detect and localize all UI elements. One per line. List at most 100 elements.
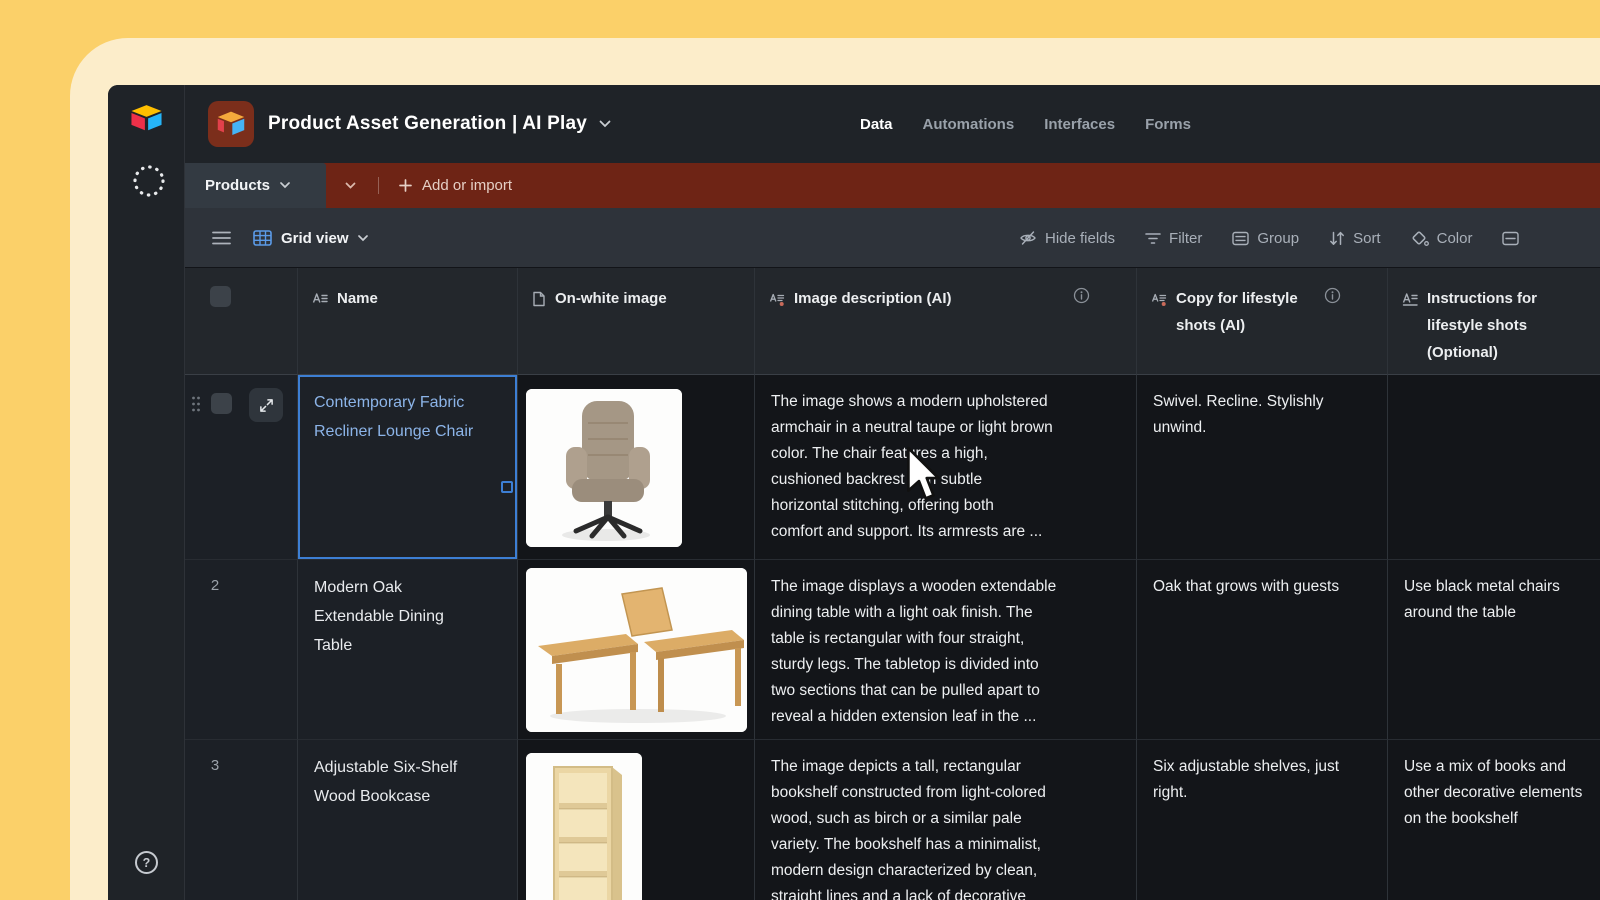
table-tab-label: Products xyxy=(205,177,270,194)
cell-description-row1[interactable]: The image shows a modern upholstered arm… xyxy=(755,375,1137,560)
cell-image-row3[interactable] xyxy=(518,740,755,900)
chevron-down-icon xyxy=(345,182,356,190)
view-switcher[interactable]: Grid view xyxy=(253,230,368,247)
group-label: Group xyxy=(1257,230,1299,247)
cell-instructions-row3[interactable]: Use a mix of books and other decorative … xyxy=(1388,740,1600,900)
expand-record-button[interactable] xyxy=(249,388,283,422)
description-text: The image displays a wooden extendable d… xyxy=(771,574,1120,730)
copy-text: Swivel. Recline. Stylishly unwind. xyxy=(1153,389,1371,441)
page-background: ? Product Asset Generation | AI Play xyxy=(0,0,1600,900)
color-label: Color xyxy=(1437,230,1473,247)
chevron-down-icon xyxy=(358,235,368,242)
airtable-logo-icon[interactable] xyxy=(129,104,164,133)
info-icon[interactable] xyxy=(1324,287,1341,304)
column-label: Copy for lifestyle shots (AI) xyxy=(1176,285,1298,339)
group-icon xyxy=(1232,231,1249,246)
select-all-checkbox[interactable] xyxy=(210,286,231,307)
product-image-bookcase[interactable] xyxy=(526,753,642,900)
hide-fields-button[interactable]: Hide fields xyxy=(1019,230,1115,247)
title-bar: Product Asset Generation | AI Play Data … xyxy=(185,85,1600,163)
long-text-icon xyxy=(1402,291,1418,307)
cell-name-row2[interactable]: Modern Oak Extendable Dining Table xyxy=(298,560,518,740)
row-number: 2 xyxy=(185,577,245,594)
ai-text-icon xyxy=(769,291,785,307)
cell-description-row2[interactable]: The image displays a wooden extendable d… xyxy=(755,560,1137,740)
ai-text-icon xyxy=(1151,291,1167,307)
view-name-label: Grid view xyxy=(281,230,349,247)
column-header-image-description[interactable]: Image description (AI) xyxy=(755,268,1137,375)
sort-label: Sort xyxy=(1353,230,1381,247)
row-checkbox[interactable] xyxy=(211,393,232,414)
filter-button[interactable]: Filter xyxy=(1145,230,1202,247)
column-header-copy-lifestyle[interactable]: Copy for lifestyle shots (AI) xyxy=(1137,268,1388,375)
page-title: Product Asset Generation | AI Play xyxy=(268,113,587,135)
cell-name-row3[interactable]: Adjustable Six-Shelf Wood Bookcase xyxy=(298,740,518,900)
table-tab-products[interactable]: Products xyxy=(185,163,326,208)
fill-handle[interactable] xyxy=(501,481,513,493)
grid-view-icon xyxy=(253,230,272,246)
description-text: The image depicts a tall, rectangular bo… xyxy=(771,754,1120,900)
column-label: On-white image xyxy=(555,285,667,312)
instructions-text: Use black metal chairs around the table xyxy=(1404,574,1600,626)
data-grid: Name On-white image Image description (A… xyxy=(185,268,1600,900)
base-title[interactable]: Product Asset Generation | AI Play xyxy=(268,85,611,163)
record-name: Adjustable Six-Shelf Wood Bookcase xyxy=(314,759,457,805)
copy-text: Oak that grows with guests xyxy=(1153,574,1371,600)
plus-icon xyxy=(399,179,412,192)
column-header-on-white-image[interactable]: On-white image xyxy=(518,268,755,375)
row-gutter xyxy=(185,375,298,560)
chevron-down-icon[interactable] xyxy=(280,182,290,189)
row-number: 3 xyxy=(185,757,245,774)
record-name: Contemporary Fabric Recliner Lounge Chai… xyxy=(314,394,473,440)
drag-handle-icon[interactable] xyxy=(190,395,202,413)
chevron-down-icon xyxy=(599,120,611,128)
divider xyxy=(378,177,379,194)
filter-icon xyxy=(1145,232,1161,245)
column-header-instructions[interactable]: Instructions for lifestyle shots (Option… xyxy=(1388,268,1600,375)
view-toolbar: Grid view Hide fields xyxy=(185,208,1600,268)
hamburger-icon[interactable] xyxy=(212,231,231,245)
hide-fields-label: Hide fields xyxy=(1045,230,1115,247)
column-label: Image description (AI) xyxy=(794,285,952,312)
help-icon[interactable]: ? xyxy=(134,850,159,875)
cell-copy-row3[interactable]: Six adjustable shelves, just right. xyxy=(1137,740,1388,900)
color-icon xyxy=(1411,230,1429,246)
sort-icon xyxy=(1329,231,1345,246)
column-label: Name xyxy=(337,285,378,312)
color-button[interactable]: Color xyxy=(1411,230,1473,247)
cell-copy-row2[interactable]: Oak that grows with guests xyxy=(1137,560,1388,740)
info-icon[interactable] xyxy=(1073,287,1090,304)
row-gutter[interactable]: 3 xyxy=(185,740,298,900)
single-line-text-icon xyxy=(312,291,328,307)
add-or-import-label: Add or import xyxy=(422,177,512,194)
nav-tab-forms[interactable]: Forms xyxy=(1145,116,1191,133)
cell-copy-row1[interactable]: Swivel. Recline. Stylishly unwind. xyxy=(1137,375,1388,560)
row-height-button[interactable] xyxy=(1502,231,1519,246)
cell-image-row2[interactable] xyxy=(518,560,755,740)
product-image-recliner-chair[interactable] xyxy=(526,389,682,547)
filter-label: Filter xyxy=(1169,230,1202,247)
base-cube-icon[interactable] xyxy=(208,101,254,147)
instructions-text: Use a mix of books and other decorative … xyxy=(1404,754,1600,832)
column-header-name[interactable]: Name xyxy=(298,268,518,375)
product-image-dining-table[interactable] xyxy=(526,568,747,732)
row-gutter[interactable]: 2 xyxy=(185,560,298,740)
nav-tab-interfaces[interactable]: Interfaces xyxy=(1044,116,1115,133)
record-name: Modern Oak Extendable Dining Table xyxy=(314,579,444,654)
row-height-icon xyxy=(1502,231,1519,246)
nav-tab-data[interactable]: Data xyxy=(860,116,893,133)
cell-instructions-row1[interactable] xyxy=(1388,375,1600,560)
table-list-chevron-button[interactable] xyxy=(345,163,356,208)
sort-button[interactable]: Sort xyxy=(1329,230,1381,247)
cell-description-row3[interactable]: The image depicts a tall, rectangular bo… xyxy=(755,740,1137,900)
nav-tab-automations[interactable]: Automations xyxy=(923,116,1015,133)
hide-fields-icon xyxy=(1019,230,1037,246)
add-or-import-button[interactable]: Add or import xyxy=(399,163,512,208)
cell-instructions-row2[interactable]: Use black metal chairs around the table xyxy=(1388,560,1600,740)
top-nav: Data Automations Interfaces Forms xyxy=(860,85,1191,163)
cell-image-row1[interactable] xyxy=(518,375,755,560)
cell-name-row1[interactable]: Contemporary Fabric Recliner Lounge Chai… xyxy=(298,375,518,560)
airtable-window: ? Product Asset Generation | AI Play xyxy=(108,85,1600,900)
group-button[interactable]: Group xyxy=(1232,230,1299,247)
column-label: Instructions for lifestyle shots (Option… xyxy=(1427,285,1537,366)
